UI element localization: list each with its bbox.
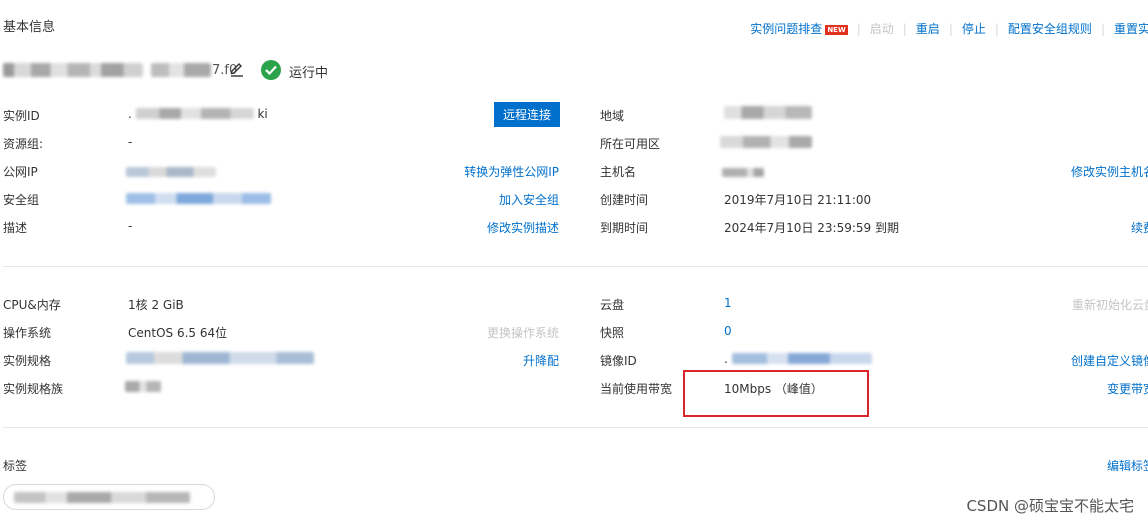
- action-separator: |: [948, 21, 953, 36]
- os-value: CentOS 6.5 64位: [128, 326, 228, 340]
- redacted-instance-family: [125, 381, 161, 395]
- redacted-tag: [14, 491, 190, 503]
- new-badge: NEW: [825, 25, 848, 35]
- action-bar: 实例问题排查 NEW | 启动 | 重启 | 停止 | 配置安全组规则 | 重置实…: [750, 20, 1148, 37]
- edit-description-link[interactable]: 修改实例描述: [487, 219, 559, 236]
- expire-time-value: 2024年7月10日 23:59:59 到期: [724, 221, 899, 235]
- resource-group-label: 资源组:: [3, 137, 44, 151]
- cpu-memory-value: 1核 2 GiB: [128, 298, 184, 312]
- instance-id-suffix: ki: [257, 107, 268, 121]
- section-divider: [3, 427, 1148, 428]
- start-link[interactable]: 启动: [870, 20, 894, 37]
- instance-family-label: 实例规格族: [3, 382, 64, 396]
- restart-link[interactable]: 重启: [916, 20, 940, 37]
- instance-id-value: . ki: [128, 107, 268, 121]
- redacted-instance-type: [126, 352, 314, 367]
- running-status-icon: [261, 60, 281, 80]
- troubleshoot-link[interactable]: 实例问题排查 NEW: [750, 20, 848, 37]
- tag-pill[interactable]: [3, 484, 215, 510]
- action-separator: |: [994, 21, 999, 36]
- status-text: 运行中: [289, 66, 329, 81]
- stop-link[interactable]: 停止: [962, 20, 986, 37]
- join-security-group-link[interactable]: 加入安全组: [499, 191, 559, 208]
- redacted-zone: [720, 136, 812, 151]
- upgrade-downgrade-link[interactable]: 升降配: [523, 352, 559, 369]
- os-label: 操作系统: [3, 326, 52, 340]
- description-value: -: [128, 219, 133, 233]
- cloud-disk-count[interactable]: 1: [724, 296, 732, 310]
- reset-instance-link[interactable]: 重置实例: [1114, 20, 1148, 37]
- instance-id-prefix: .: [128, 107, 132, 121]
- action-separator: |: [902, 21, 907, 36]
- public-ip-label: 公网IP: [3, 165, 38, 179]
- security-group-label: 安全组: [3, 193, 40, 207]
- edit-hostname-link[interactable]: 修改实例主机名: [1071, 163, 1148, 180]
- snapshot-label: 快照: [600, 326, 625, 340]
- edit-tags-link[interactable]: 编辑标签: [1107, 457, 1148, 474]
- section-title: 基本信息: [3, 20, 56, 35]
- cpu-memory-label: CPU&内存: [3, 298, 61, 312]
- instance-name: 7.f0: [3, 58, 237, 82]
- instance-id-label: 实例ID: [3, 109, 40, 123]
- resource-group-value: -: [128, 135, 133, 149]
- convert-eip-link[interactable]: 转换为弹性公网IP: [464, 163, 559, 180]
- redacted-image-id: [731, 353, 872, 364]
- redacted-hostname: [722, 166, 764, 180]
- snapshot-count[interactable]: 0: [724, 324, 732, 338]
- redacted-region: [724, 106, 812, 122]
- redacted-name: [3, 63, 143, 77]
- zone-label: 所在可用区: [600, 137, 661, 151]
- troubleshoot-label: 实例问题排查: [750, 22, 823, 36]
- created-time-label: 创建时间: [600, 193, 649, 207]
- cloud-disk-label: 云盘: [600, 298, 625, 312]
- security-rules-link[interactable]: 配置安全组规则: [1008, 20, 1092, 37]
- redacted-name: [151, 63, 211, 77]
- action-separator: |: [1100, 21, 1105, 36]
- redacted-instance-id: [135, 108, 254, 119]
- redacted-security-group[interactable]: [126, 193, 271, 207]
- create-image-link[interactable]: 创建自定义镜像: [1071, 352, 1148, 369]
- section-divider: [3, 266, 1148, 267]
- tags-label: 标签: [3, 459, 28, 473]
- action-separator: |: [856, 21, 861, 36]
- highlight-annotation-box: [683, 370, 869, 417]
- bandwidth-label: 当前使用带宽: [600, 382, 673, 396]
- change-bandwidth-link[interactable]: 变更带宽: [1107, 380, 1148, 397]
- redacted-public-ip: [126, 166, 216, 180]
- image-id-label: 镜像ID: [600, 354, 637, 368]
- watermark: CSDN @硕宝宝不能太宅: [966, 497, 1134, 515]
- created-time-value: 2019年7月10日 21:11:00: [724, 193, 872, 207]
- reinit-disk-link[interactable]: 重新初始化云盘: [1072, 296, 1148, 313]
- hostname-label: 主机名: [600, 165, 637, 179]
- image-id-prefix: .: [724, 352, 728, 366]
- remote-connect-button[interactable]: 远程连接: [494, 102, 560, 127]
- region-label: 地域: [600, 109, 625, 123]
- image-id-value: .: [724, 352, 872, 366]
- instance-type-label: 实例规格: [3, 354, 52, 368]
- renew-link[interactable]: 续费: [1131, 219, 1148, 236]
- expire-time-label: 到期时间: [600, 221, 649, 235]
- change-os-link[interactable]: 更换操作系统: [487, 324, 559, 341]
- edit-icon[interactable]: [229, 60, 245, 78]
- description-label: 描述: [3, 221, 28, 235]
